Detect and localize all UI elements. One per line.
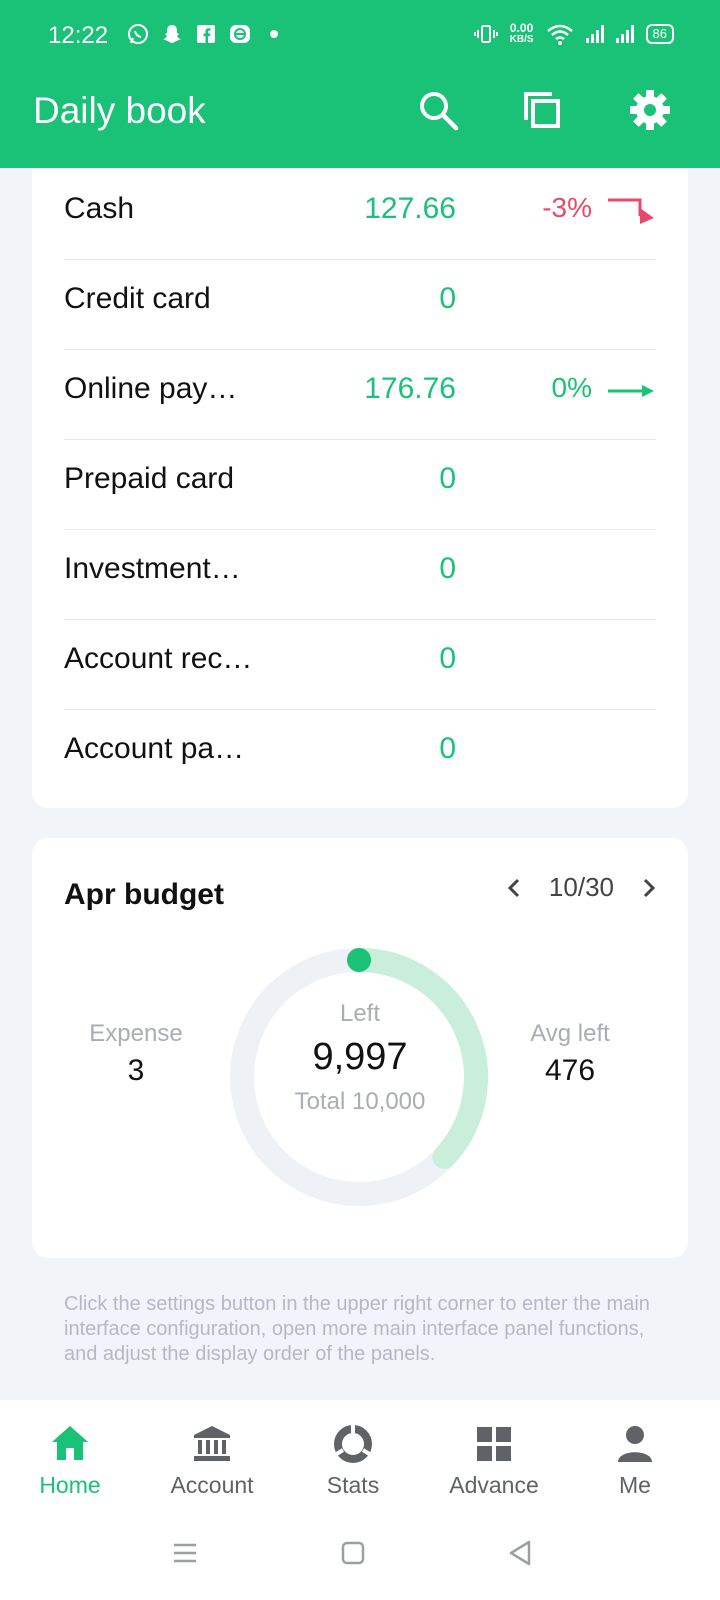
status-bar: 12:22 0.00 KB/S 86 — [0, 0, 720, 72]
chevron-left-icon[interactable] — [505, 875, 523, 901]
signal-1-icon — [585, 25, 604, 43]
account-row[interactable]: Cash 127.66 -3% — [64, 168, 656, 260]
account-change: -3% — [542, 192, 592, 223]
account-amount: 127.66 — [364, 192, 456, 225]
account-row[interactable]: Account rec… 0 — [64, 618, 656, 710]
facebook-icon — [194, 22, 218, 46]
more-notifications-dot — [262, 22, 286, 46]
budget-ring-marker — [347, 948, 371, 972]
chevron-right-icon[interactable] — [640, 875, 658, 901]
app-notification-icon — [228, 22, 252, 46]
avg-left-stat: Avg left 476 — [490, 1020, 650, 1088]
account-change: 0% — [551, 372, 592, 403]
page-title: Daily book — [33, 90, 206, 131]
snapchat-icon — [160, 22, 184, 46]
search-icon[interactable] — [416, 88, 460, 132]
vibrate-icon — [473, 25, 498, 43]
net-speed-value: 0.00 — [509, 21, 534, 35]
settings-hint: Click the settings button in the upper r… — [64, 1293, 650, 1365]
nav-me-label: Me — [619, 1472, 651, 1498]
budget-period-nav: 10/30 — [505, 872, 658, 903]
budget-day-progress: 10/30 — [548, 872, 614, 902]
budget-card[interactable]: Apr budget 10/30 Expense 3 Left 9,997 To… — [32, 838, 688, 1258]
copy-icon[interactable] — [520, 88, 564, 132]
account-name: Investment… — [64, 552, 241, 585]
account-row[interactable]: Online pay… 176.76 0% — [64, 348, 656, 440]
nav-home[interactable]: Home — [5, 1422, 135, 1499]
back-icon[interactable] — [505, 1538, 535, 1568]
gear-icon[interactable] — [628, 88, 672, 132]
accounts-card: Cash 127.66 -3% Credit card 0 Online pay… 176.… — [32, 168, 688, 808]
wifi-icon — [546, 24, 573, 45]
account-row[interactable]: Credit card 0 — [64, 258, 656, 350]
nav-advance[interactable]: Advance — [429, 1422, 559, 1499]
account-name: Account rec… — [64, 642, 253, 675]
net-speed: 0.00 KB/S — [509, 21, 534, 45]
account-name: Cash — [64, 192, 135, 225]
whatsapp-icon — [126, 22, 150, 46]
nav-me[interactable]: Me — [570, 1422, 700, 1499]
nav-stats-label: Stats — [326, 1472, 380, 1498]
account-amount: 0 — [439, 282, 456, 315]
bank-icon — [194, 1426, 230, 1461]
account-amount: 0 — [439, 552, 456, 585]
signal-2-icon — [615, 25, 634, 43]
avg-left-label: Avg left — [530, 1020, 610, 1047]
account-name: Online pay… — [64, 372, 238, 405]
app-header: 12:22 0.00 KB/S 86 Daily book — [0, 0, 720, 168]
total-budget: Total 10,000 — [294, 1088, 426, 1115]
home-icon — [52, 1426, 88, 1460]
account-name: Prepaid card — [64, 462, 235, 495]
trend-down-icon — [608, 198, 654, 224]
account-name: Account pa… — [64, 732, 245, 765]
account-amount: 0 — [439, 642, 456, 675]
stats-icon — [333, 1424, 373, 1463]
avg-left-value: 476 — [544, 1054, 596, 1087]
menu-icon[interactable] — [170, 1538, 200, 1568]
battery-icon: 86 — [645, 24, 674, 44]
account-amount: 0 — [439, 462, 456, 495]
nav-stats[interactable]: Stats — [288, 1422, 418, 1499]
grid-icon — [477, 1427, 511, 1461]
home-button-icon[interactable] — [338, 1538, 368, 1568]
account-amount: 0 — [439, 732, 456, 765]
account-row[interactable]: Investment… 0 — [64, 528, 656, 620]
nav-account-label: Account — [170, 1472, 254, 1498]
user-icon — [618, 1426, 652, 1462]
notification-icons — [126, 22, 286, 46]
nav-home-label: Home — [39, 1472, 101, 1498]
account-name: Credit card — [64, 282, 211, 315]
nav-advance-label: Advance — [449, 1472, 539, 1498]
account-amount: 176.76 — [364, 372, 456, 405]
net-speed-unit: KB/S — [509, 34, 534, 45]
nav-account[interactable]: Account — [147, 1422, 277, 1499]
trend-flat-icon — [608, 385, 654, 397]
budget-title: Apr budget — [64, 878, 224, 911]
account-row[interactable]: Account pa… 0 — [64, 708, 656, 800]
status-time: 12:22 — [48, 22, 109, 49]
account-row[interactable]: Prepaid card 0 — [64, 438, 656, 530]
system-status-icons: 0.00 KB/S 86 — [473, 21, 674, 46]
bottom-nav: Home Account Stats Advance Me — [0, 1400, 720, 1600]
